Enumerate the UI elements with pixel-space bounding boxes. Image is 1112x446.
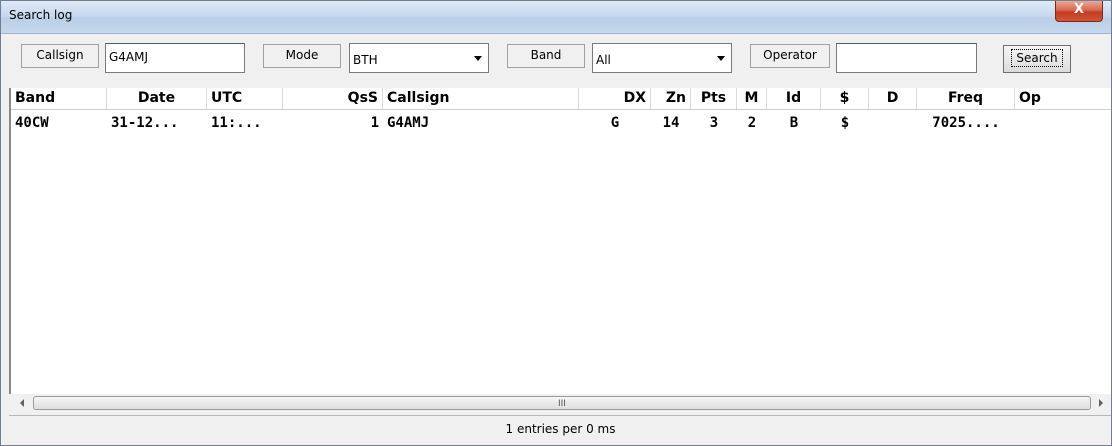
search-button-label: Search [1011,49,1063,67]
header-divider [11,109,1111,110]
column-header-op[interactable]: Op [1015,88,1111,109]
column-header-zn[interactable]: Zn [651,88,691,109]
column-header-id[interactable]: Id [767,88,821,109]
cell-callsign: G4AMJ [387,115,430,131]
scrollbar-grip: III [558,399,566,409]
column-header-qss[interactable]: QsS [283,88,383,109]
results-grid[interactable]: Band Date UTC QsS Callsign DX Zn Pts M Id $ D Freq Op… [9,88,1111,394]
cell-op [1015,113,1111,133]
search-button[interactable]: Search [1003,45,1071,73]
cell-dollar: $ [840,115,850,131]
chevron-down-icon[interactable] [474,56,482,61]
operator-input[interactable] [836,43,977,73]
column-header-date[interactable]: Date [107,88,207,109]
search-log-window: Search log X Callsign G4AMJ Mode BTH Ban… [0,0,1112,446]
close-icon: X [1073,2,1085,17]
cell-dx: G [610,115,620,131]
title-bar[interactable]: Search log X [1,1,1111,34]
column-header-dx[interactable]: DX [579,88,651,109]
chevron-down-icon[interactable] [717,56,725,61]
scrollbar-thumb[interactable]: III [33,396,1091,410]
scroll-right-icon[interactable] [1099,399,1103,407]
column-header-m[interactable]: M [737,88,767,109]
cell-qss: 1 [370,115,379,131]
cell-id: B [789,115,799,131]
band-select-value: All [596,53,611,67]
status-text: 1 entries per 0 ms [505,422,616,436]
window-title: Search log [9,8,73,22]
scroll-left-icon[interactable] [20,399,24,407]
cell-d [869,113,917,133]
search-toolbar: Callsign G4AMJ Mode BTH Band All Operato… [1,34,1111,84]
callsign-label: Callsign [21,44,99,68]
cell-freq: 7025.... [932,115,1000,131]
column-header-d[interactable]: D [869,88,917,109]
cell-date: 31-12... [111,115,179,131]
cell-utc: 11:... [211,115,262,131]
mode-select[interactable]: BTH [349,43,489,73]
cell-m: 2 [747,115,757,131]
cell-pts: 3 [709,115,719,131]
band-select[interactable]: All [592,43,732,73]
column-header-pts[interactable]: Pts [691,88,737,109]
column-header-freq[interactable]: Freq [917,88,1015,109]
cell-zn: 14 [662,115,680,131]
column-header-band[interactable]: Band [11,88,107,109]
mode-select-value: BTH [353,53,378,67]
horizontal-scrollbar[interactable]: III [9,394,1111,412]
column-header-dollar[interactable]: $ [821,88,869,109]
column-header-callsign[interactable]: Callsign [383,88,579,109]
status-bar: 1 entries per 0 ms [9,415,1111,445]
band-label: Band [507,44,585,68]
close-button[interactable]: X [1055,1,1103,22]
cell-band: 40CW [15,115,49,131]
mode-label: Mode [263,44,341,68]
callsign-input[interactable]: G4AMJ [105,43,245,73]
column-header-utc[interactable]: UTC [207,88,283,109]
operator-label: Operator [750,44,830,68]
